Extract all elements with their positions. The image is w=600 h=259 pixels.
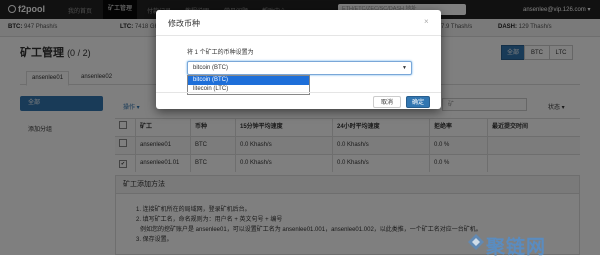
cancel-button[interactable]: 取消 <box>373 96 401 108</box>
modal-header-divider <box>156 35 441 36</box>
modal-footer-divider <box>156 92 441 93</box>
modal-title: 修改币种 <box>168 19 200 28</box>
coin-select[interactable]: bitcoin (BTC) ▼ <box>187 61 412 75</box>
confirm-button[interactable]: 确定 <box>406 96 430 108</box>
change-coin-modal: 修改币种 × 将 1 个矿工的币种设置为 bitcoin (BTC) ▼ bit… <box>156 10 441 109</box>
chevron-down-icon: ▼ <box>402 65 407 71</box>
coin-select-value: bitcoin (BTC) <box>193 65 229 71</box>
option-bitcoin[interactable]: bitcoin (BTC) <box>188 76 309 85</box>
modal-label: 将 1 个矿工的币种设置为 <box>187 50 254 56</box>
watermark-logo-icon <box>468 234 484 250</box>
close-icon[interactable]: × <box>424 17 429 26</box>
